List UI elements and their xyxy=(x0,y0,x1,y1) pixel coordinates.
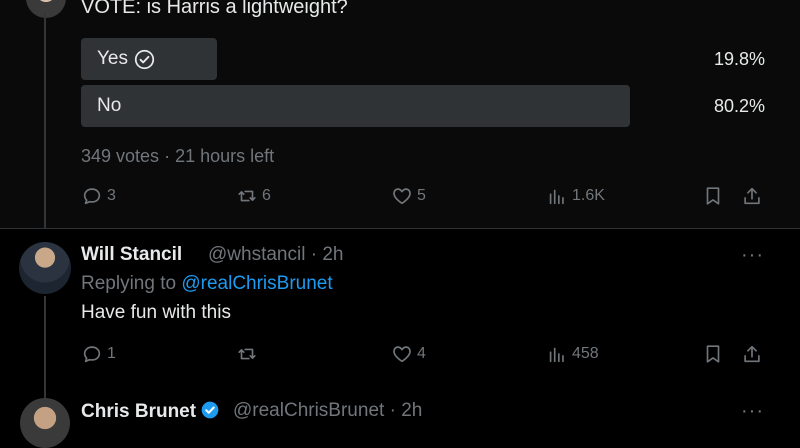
poll-percent-no: 80.2% xyxy=(713,96,765,116)
poll-option-no: No xyxy=(97,95,121,117)
vote-count: 349 votes xyxy=(81,146,160,166)
like-count: 5 xyxy=(417,187,426,204)
divider xyxy=(0,228,800,229)
bookmark-icon xyxy=(706,187,720,205)
view-count: 458 xyxy=(572,345,599,362)
share-icon xyxy=(744,187,760,205)
like-button[interactable]: 4 xyxy=(391,343,426,365)
bookmark-icon xyxy=(706,345,720,363)
timestamp[interactable]: 2h xyxy=(322,244,343,265)
separator: · xyxy=(310,244,318,265)
reply-icon xyxy=(83,188,101,205)
share-button[interactable] xyxy=(741,343,763,365)
poll-option-label: No xyxy=(97,95,122,116)
poll-option-yes: Yes xyxy=(97,48,155,70)
author-handle-time: @whstancil · 2h xyxy=(208,244,343,266)
view-count: 1.6K xyxy=(572,187,605,204)
repost-icon xyxy=(238,348,256,360)
more-options-button[interactable]: ··· xyxy=(741,400,764,423)
heart-icon xyxy=(393,346,411,363)
author-name-text: Chris Brunet xyxy=(81,401,197,422)
reply-button[interactable]: 3 xyxy=(81,185,116,207)
views-button[interactable]: 1.6K xyxy=(546,185,605,207)
repost-icon xyxy=(238,190,256,202)
repost-button[interactable]: 6 xyxy=(236,185,271,207)
poll-tweet: VOTE: is Harris a lightweight? Yes 19.8%… xyxy=(0,0,800,228)
avatar[interactable] xyxy=(20,398,70,448)
separator: · xyxy=(164,146,171,166)
tweet-text: Have fun with this xyxy=(81,302,231,323)
check-circle-icon xyxy=(134,49,155,69)
author-name[interactable]: Will Stancil xyxy=(81,244,182,266)
bookmark-button[interactable] xyxy=(702,185,724,207)
like-button[interactable]: 5 xyxy=(391,185,426,207)
analytics-icon xyxy=(549,189,564,205)
share-icon xyxy=(744,345,760,363)
reply-button[interactable]: 1 xyxy=(81,343,116,365)
poll-question: VOTE: is Harris a lightweight? xyxy=(81,0,348,18)
avatar[interactable] xyxy=(26,0,66,18)
reply-count: 1 xyxy=(107,345,116,362)
time-left: 21 hours left xyxy=(175,146,275,166)
poll-bar-no xyxy=(81,85,630,127)
replying-to: Replying to @realChrisBrunet xyxy=(81,273,333,295)
avatar[interactable] xyxy=(19,242,71,294)
reply-count: 3 xyxy=(107,187,116,204)
replying-to-label: Replying to xyxy=(81,273,177,294)
repost-button[interactable] xyxy=(236,343,262,365)
bookmark-button[interactable] xyxy=(702,343,724,365)
author-name[interactable]: Chris Brunet xyxy=(81,400,220,423)
author-handle-time: @realChrisBrunet · 2h xyxy=(233,400,422,422)
poll-percent-yes: 19.8% xyxy=(713,49,765,69)
verified-badge-icon xyxy=(201,401,219,419)
action-bar: 3 6 5 1.6K xyxy=(0,185,800,215)
poll-meta: 349 votes · 21 hours left xyxy=(81,146,274,167)
poll-option-label: Yes xyxy=(97,48,128,69)
heart-icon xyxy=(393,188,411,205)
reply-icon xyxy=(83,346,101,363)
like-count: 4 xyxy=(417,345,426,362)
analytics-icon xyxy=(549,347,564,363)
more-options-button[interactable]: ··· xyxy=(741,244,764,267)
author-handle[interactable]: @whstancil xyxy=(208,244,305,265)
share-button[interactable] xyxy=(741,185,763,207)
repost-count: 6 xyxy=(262,187,271,204)
views-button[interactable]: 458 xyxy=(546,343,599,365)
action-bar: 1 4 458 xyxy=(0,343,800,373)
replying-to-handle-link[interactable]: @realChrisBrunet xyxy=(181,273,332,294)
